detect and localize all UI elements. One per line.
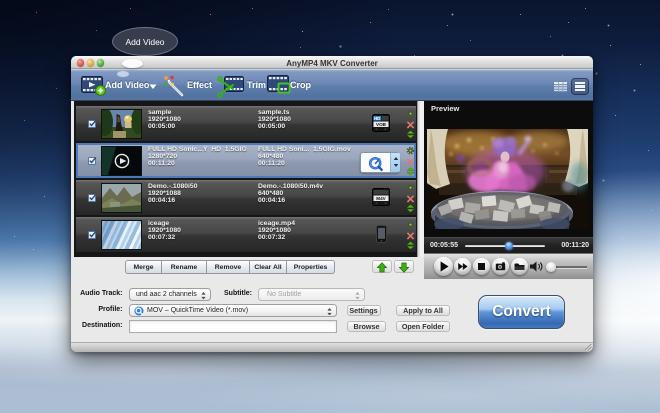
svg-text:HD: HD	[374, 116, 380, 121]
svg-text:M4V: M4V	[376, 196, 386, 201]
svg-text:VOB: VOB	[376, 122, 387, 127]
